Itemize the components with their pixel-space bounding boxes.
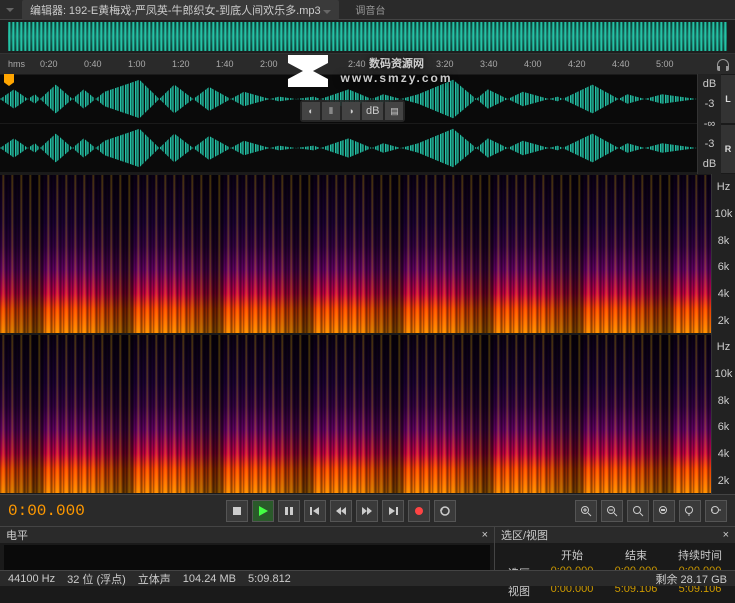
fx-icon[interactable]: ▤ xyxy=(385,102,403,120)
status-sample-rate: 44100 Hz xyxy=(8,573,55,585)
waveform-panel: dB-3-∞-3dB L R xyxy=(0,74,735,174)
status-duration: 5:09.812 xyxy=(248,573,291,585)
zoom-tools xyxy=(575,500,727,522)
rewind-button[interactable] xyxy=(330,500,352,522)
col-duration: 持续时间 xyxy=(669,547,731,563)
col-start: 开始 xyxy=(541,547,603,563)
spectrogram-panel: Hz10k8k6k4k2k Hz10k8k6k4k2k xyxy=(0,174,735,494)
channel-right-label[interactable]: R xyxy=(721,125,735,173)
status-free-space: 剩余 28.17 GB xyxy=(655,571,727,587)
zoom-in-icon[interactable] xyxy=(575,500,597,522)
skip-end-button[interactable] xyxy=(382,500,404,522)
dropdown-icon[interactable] xyxy=(6,8,14,12)
db-readout[interactable]: dB xyxy=(362,102,383,120)
forward-button[interactable] xyxy=(356,500,378,522)
hz-scale-right: Hz10k8k6k4k2k xyxy=(711,334,735,494)
editor-tab[interactable]: 编辑器: 192-E黄梅戏-严凤英-牛郎织女-到底人间欢乐多.mp3 xyxy=(22,0,339,20)
status-channels: 立体声 xyxy=(138,571,171,587)
play-button[interactable] xyxy=(252,500,274,522)
zoom-full-icon[interactable] xyxy=(627,500,649,522)
loop-button[interactable] xyxy=(434,500,456,522)
col-end: 结束 xyxy=(605,547,667,563)
title-bar: 编辑器: 192-E黄梅戏-严凤英-牛郎织女-到底人间欢乐多.mp3 调音台 xyxy=(0,0,735,20)
meter-icon[interactable]: ⦀ xyxy=(322,102,340,120)
zoom-selection-icon[interactable] xyxy=(653,500,675,522)
zoom-in-vertical-icon[interactable] xyxy=(679,500,701,522)
pause-button[interactable] xyxy=(278,500,300,522)
waveform-right[interactable] xyxy=(0,124,697,172)
stop-button[interactable] xyxy=(226,500,248,522)
channel-left-label[interactable]: L xyxy=(721,75,735,123)
status-file-size: 104.24 MB xyxy=(183,573,236,585)
hz-scale-left: Hz10k8k6k4k2k xyxy=(711,174,735,334)
status-bit-depth: 32 位 (浮点) xyxy=(67,571,126,587)
record-button[interactable] xyxy=(408,500,430,522)
time-ruler[interactable]: hms 0:20 0:40 1:00 1:20 1:40 2:00 2:20 2… xyxy=(0,54,735,74)
volume-knob-icon[interactable]: ◐ xyxy=(302,102,320,120)
zoom-out-vertical-icon[interactable] xyxy=(705,500,727,522)
status-bar: 44100 Hz 32 位 (浮点) 立体声 104.24 MB 5:09.81… xyxy=(0,570,735,586)
time-display[interactable]: 0:00.000 xyxy=(8,502,98,520)
overview-waveform[interactable] xyxy=(0,20,735,54)
skip-start-button[interactable] xyxy=(304,500,326,522)
headphone-icon[interactable] xyxy=(715,58,731,74)
level-title: 电平 xyxy=(6,527,28,543)
zoom-out-icon[interactable] xyxy=(601,500,623,522)
pan-icon[interactable]: ◑ xyxy=(342,102,360,120)
mixer-tab[interactable]: 调音台 xyxy=(347,0,393,19)
spectrogram-left[interactable] xyxy=(0,175,711,333)
channel-toolbar: ◐ ⦀ ◑ dB ▤ xyxy=(300,100,405,122)
selection-title: 选区/视图 xyxy=(501,527,548,543)
close-icon[interactable]: × xyxy=(482,529,488,541)
close-icon[interactable]: × xyxy=(723,529,729,541)
spectrogram-right[interactable] xyxy=(0,335,711,493)
db-scale: dB-3-∞-3dB xyxy=(697,74,721,174)
transport-bar: 0:00.000 xyxy=(0,494,735,526)
